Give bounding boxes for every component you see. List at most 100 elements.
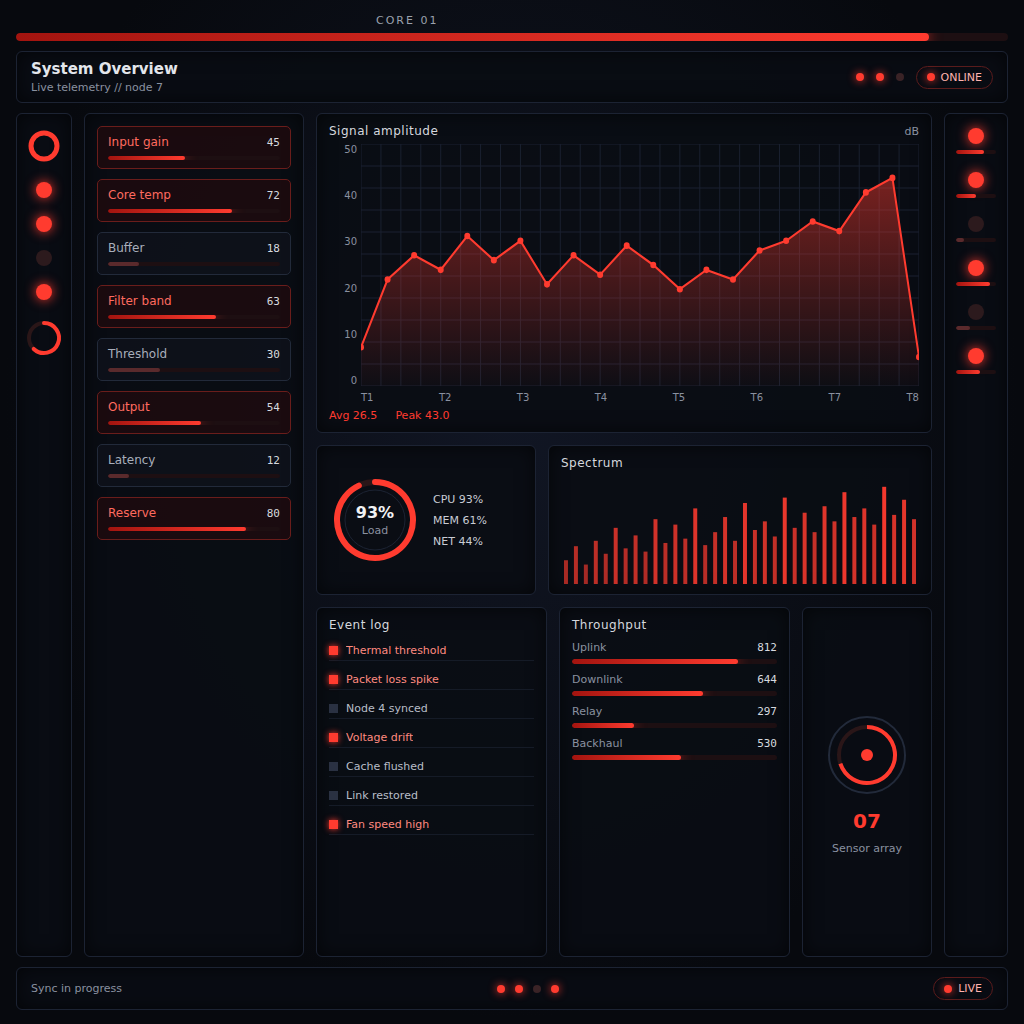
bar[interactable] <box>733 541 737 584</box>
bar[interactable] <box>693 508 697 584</box>
right-rail-item[interactable] <box>956 348 996 374</box>
bar[interactable] <box>783 498 787 584</box>
chart-point[interactable] <box>385 276 391 283</box>
bar[interactable] <box>683 539 687 584</box>
chart-point[interactable] <box>783 238 789 245</box>
log-row[interactable]: Link restored <box>329 786 534 806</box>
bar[interactable] <box>813 532 817 584</box>
right-rail-item[interactable] <box>956 128 996 154</box>
chart-point[interactable] <box>464 233 470 240</box>
bar[interactable] <box>663 543 667 584</box>
chart-point[interactable] <box>438 267 444 274</box>
log-row[interactable]: Fan speed high <box>329 815 534 835</box>
chart-point[interactable] <box>730 276 736 283</box>
bar[interactable] <box>564 560 568 584</box>
control-item[interactable]: Input gain45 <box>97 126 291 169</box>
log-row[interactable]: Node 4 synced <box>329 699 534 719</box>
bar[interactable] <box>753 530 757 584</box>
bar[interactable] <box>872 525 876 584</box>
log-row[interactable]: Cache flushed <box>329 757 534 777</box>
rail-indicator[interactable] <box>36 182 52 198</box>
control-item[interactable]: Latency12 <box>97 444 291 487</box>
chart-point[interactable] <box>361 344 364 351</box>
chart-point[interactable] <box>757 247 763 254</box>
bar[interactable] <box>862 508 866 584</box>
bar[interactable] <box>842 492 846 584</box>
bar[interactable] <box>743 503 747 584</box>
control-slider[interactable] <box>108 156 280 160</box>
control-label: Core temp <box>108 188 171 202</box>
bar[interactable] <box>574 546 578 584</box>
control-item[interactable]: Core temp72 <box>97 179 291 222</box>
bar[interactable] <box>723 517 727 584</box>
chart-point[interactable] <box>491 257 497 264</box>
control-slider[interactable] <box>108 527 280 531</box>
bar[interactable] <box>604 554 608 584</box>
control-slider[interactable] <box>108 421 280 425</box>
control-slider[interactable] <box>108 474 280 478</box>
chart-point[interactable] <box>624 242 630 249</box>
right-rail-item[interactable] <box>956 216 996 242</box>
right-rail-meter-fill <box>956 238 964 242</box>
chart-point[interactable] <box>411 252 417 259</box>
log-row[interactable]: Voltage drift <box>329 728 534 748</box>
bar[interactable] <box>803 513 807 584</box>
chart-point[interactable] <box>597 271 603 278</box>
log-row[interactable]: Thermal threshold <box>329 641 534 661</box>
bar[interactable] <box>882 487 886 584</box>
bar[interactable] <box>653 519 657 584</box>
bar[interactable] <box>713 532 717 584</box>
bar[interactable] <box>912 519 916 584</box>
rail-indicator[interactable] <box>36 216 52 232</box>
bar[interactable] <box>614 528 618 584</box>
header-dot[interactable] <box>896 73 904 81</box>
ring-icon[interactable] <box>26 128 62 164</box>
control-slider[interactable] <box>108 209 280 213</box>
header-dot[interactable] <box>856 73 864 81</box>
log-text: Voltage drift <box>346 731 413 744</box>
chart-point[interactable] <box>863 189 869 196</box>
bar[interactable] <box>624 548 628 584</box>
bar[interactable] <box>703 545 707 584</box>
bar[interactable] <box>594 541 598 584</box>
chart-point[interactable] <box>677 286 683 293</box>
control-item[interactable]: Threshold30 <box>97 338 291 381</box>
right-rail-item[interactable] <box>956 304 996 330</box>
rail-indicator[interactable] <box>36 284 52 300</box>
right-rail-item[interactable] <box>956 260 996 286</box>
bar[interactable] <box>823 506 827 584</box>
bar[interactable] <box>763 521 767 584</box>
bar[interactable] <box>673 525 677 584</box>
control-item[interactable]: Output54 <box>97 391 291 434</box>
log-row[interactable]: Packet loss spike <box>329 670 534 690</box>
chart-point[interactable] <box>571 252 577 259</box>
control-slider[interactable] <box>108 262 280 266</box>
footer-dot <box>497 985 505 993</box>
control-item[interactable]: Buffer18 <box>97 232 291 275</box>
dial-icon[interactable] <box>822 710 912 800</box>
control-item[interactable]: Reserve80 <box>97 497 291 540</box>
bar[interactable] <box>584 565 588 584</box>
control-slider[interactable] <box>108 368 280 372</box>
chart-point[interactable] <box>703 267 709 274</box>
rail-indicator[interactable] <box>36 250 52 266</box>
control-item[interactable]: Filter band63 <box>97 285 291 328</box>
chart-point[interactable] <box>889 175 895 182</box>
bar[interactable] <box>634 535 638 584</box>
chart-point[interactable] <box>650 262 656 269</box>
bar[interactable] <box>773 536 777 584</box>
bar[interactable] <box>852 517 856 584</box>
chart-point[interactable] <box>810 218 816 225</box>
bar[interactable] <box>644 552 648 584</box>
bar[interactable] <box>892 515 896 584</box>
chart-point[interactable] <box>916 354 919 361</box>
bar[interactable] <box>902 500 906 584</box>
chart-point[interactable] <box>517 238 523 245</box>
header-dot[interactable] <box>876 73 884 81</box>
control-slider[interactable] <box>108 315 280 319</box>
chart-point[interactable] <box>836 228 842 235</box>
bar[interactable] <box>832 521 836 584</box>
chart-point[interactable] <box>544 281 550 288</box>
right-rail-item[interactable] <box>956 172 996 198</box>
bar[interactable] <box>793 528 797 584</box>
